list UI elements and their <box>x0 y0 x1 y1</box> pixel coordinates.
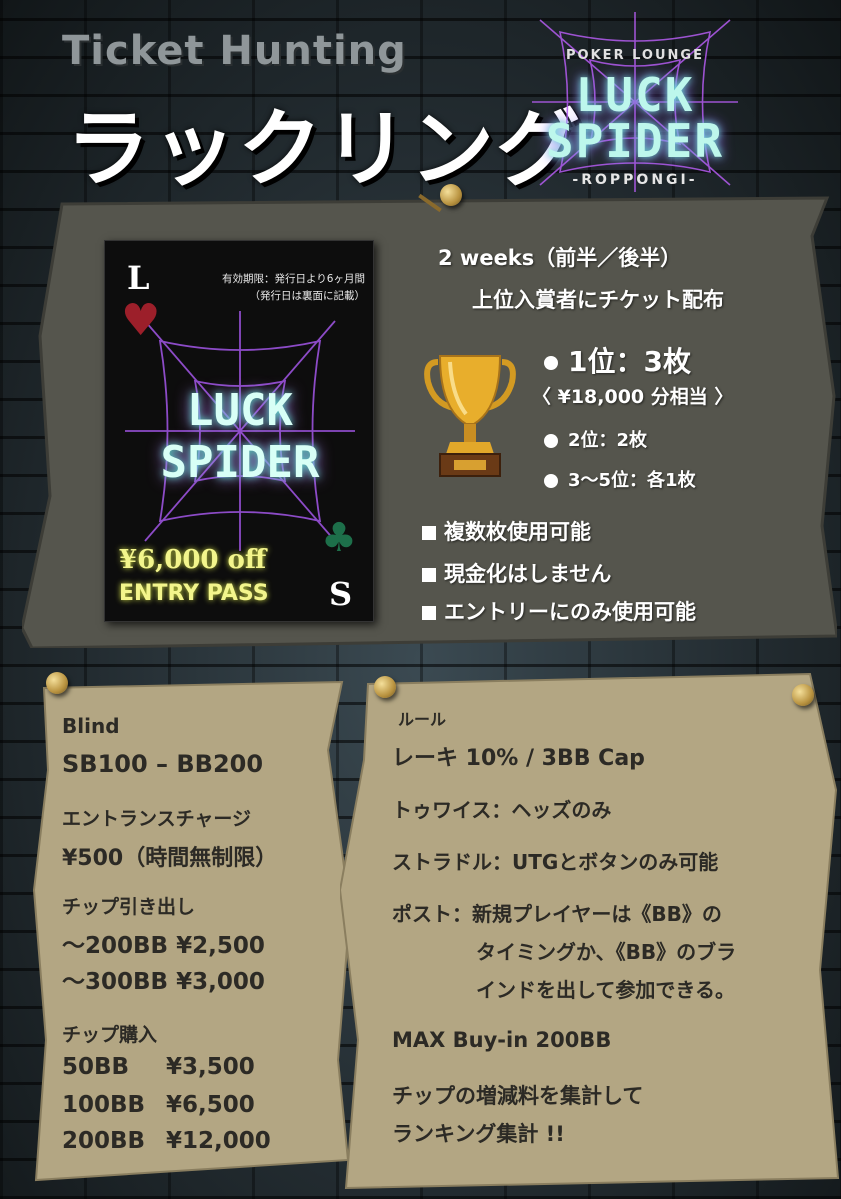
purchase-bb: 200BB <box>62 1128 146 1154</box>
page-title: ラックリング <box>66 100 583 198</box>
bullet-dot-icon <box>544 434 558 448</box>
ticket-discount: ¥6,000 off <box>119 545 267 575</box>
validity-line-1: 有効期限：発行日より6ヶ月間 <box>222 273 365 285</box>
bullet-dot-icon <box>544 356 558 370</box>
note-label: 現金化はしません <box>444 562 612 586</box>
bullet-square-icon <box>422 568 436 582</box>
ranking-line-1: チップの増減料を集計して <box>392 1084 644 1108</box>
ticket-logo-line-2: SPIDER <box>160 437 320 488</box>
purchase-price: ¥6,500 <box>166 1092 255 1118</box>
prize-first-value: 〈 ¥18,000 分相当 〉 <box>532 386 734 408</box>
note-label: エントリーにのみ使用可能 <box>444 600 696 624</box>
heart-icon: ♥ <box>121 295 161 346</box>
rule-post-line-2: タイミングか、《BB》のブラ <box>476 940 737 964</box>
trophy-icon <box>424 355 516 477</box>
ranking-line-2: ランキング集計 !! <box>392 1122 565 1146</box>
rule-twice: トゥワイス：ヘッズのみ <box>392 798 612 822</box>
push-pin-icon <box>792 684 814 706</box>
ticket-validity: 有効期限：発行日より6ヶ月間 （発行日は裏面に記載） <box>189 271 365 305</box>
subtitle: Ticket Hunting <box>62 28 407 74</box>
ticket-corner-top: L <box>127 259 150 297</box>
bullet-square-icon <box>422 526 436 540</box>
push-pin-icon <box>440 184 462 206</box>
entrance-value: ¥500（時間無制限） <box>62 846 278 871</box>
ticket-logo-line-1: LUCK <box>187 385 293 436</box>
rule-post-line-1: ポスト：新規プレイヤーは《BB》の <box>392 902 722 926</box>
ticket-pass-label: ENTRY PASS <box>119 581 269 606</box>
prize-second-label: 2位：2枚 <box>568 430 648 451</box>
rule-rake: レーキ 10% / 3BB Cap <box>392 746 645 771</box>
note-item: 複数枚使用可能 <box>422 516 591 546</box>
purchase-bb: 100BB <box>62 1092 146 1118</box>
prize-third-label: 3～5位：各1枚 <box>568 470 696 491</box>
prize-first: 1位：3枚 <box>544 340 691 380</box>
purchase-bb: 50BB <box>62 1054 130 1080</box>
purchase-label: チップ購入 <box>62 1024 158 1046</box>
luck-spider-logo: POKER LOUNGE LUCK SPIDER -ROPPONGI- <box>530 10 740 195</box>
note-item: 現金化はしません <box>422 558 611 588</box>
club-icon: ♣ <box>321 515 357 561</box>
blind-label: Blind <box>62 714 120 738</box>
note-label: 複数枚使用可能 <box>444 520 591 544</box>
event-period: 2 weeks（前半／後半） <box>438 246 682 270</box>
purchase-price: ¥12,000 <box>166 1128 271 1154</box>
prize-third: 3～5位：各1枚 <box>544 466 696 492</box>
note-item: エントリーにのみ使用可能 <box>422 596 696 626</box>
withdraw-label: チップ引き出し <box>62 896 196 918</box>
entrance-label: エントランスチャージ <box>62 808 252 830</box>
purchase-price: ¥3,500 <box>166 1054 255 1080</box>
event-distribution: 上位入賞者にチケット配布 <box>472 288 724 312</box>
rule-max-buyin: MAX Buy-in 200BB <box>392 1028 612 1052</box>
bullet-square-icon <box>422 606 436 620</box>
rule-post-line-3: インドを出して参加できる。 <box>476 978 735 1002</box>
prize-first-label: 1位：3枚 <box>568 345 691 378</box>
push-pin-icon <box>374 676 396 698</box>
withdraw-tier-1: ～200BB ¥2,500 <box>62 933 265 959</box>
withdraw-tier-2: ～300BB ¥3,000 <box>62 969 265 995</box>
rules-label: ルール <box>398 710 447 729</box>
logo-line-2: SPIDER <box>545 114 725 168</box>
prize-second: 2位：2枚 <box>544 426 647 452</box>
bullet-dot-icon <box>544 474 558 488</box>
validity-line-2: （発行日は裏面に記載） <box>249 290 366 302</box>
rule-straddle: ストラドル：UTGとボタンのみ可能 <box>392 850 719 874</box>
logo-location: -ROPPONGI- <box>572 172 698 188</box>
ticket-corner-bottom: S <box>329 575 353 613</box>
entry-pass-ticket: L ♥ 有効期限：発行日より6ヶ月間 （発行日は裏面に記載） LUCK SPID… <box>104 240 374 622</box>
push-pin-icon <box>46 672 68 694</box>
logo-tagline: POKER LOUNGE <box>566 48 704 63</box>
blind-value: SB100 – BB200 <box>62 750 264 778</box>
